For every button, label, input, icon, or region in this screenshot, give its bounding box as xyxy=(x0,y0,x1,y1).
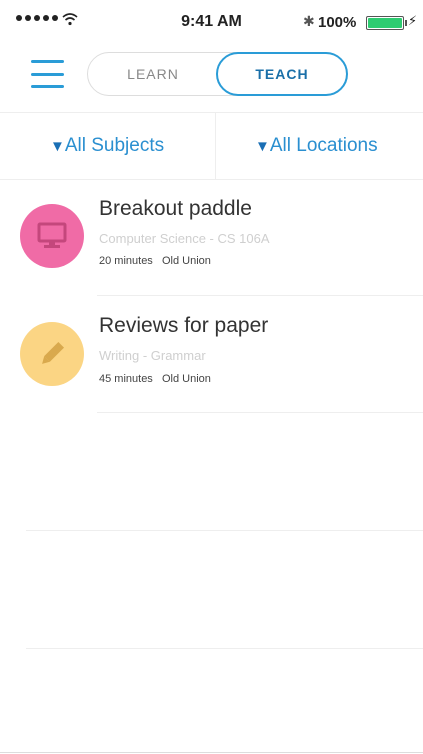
locations-filter-label: All Locations xyxy=(269,135,378,156)
session-subject: Writing - Grammar xyxy=(99,348,206,363)
session-title: Breakout paddle xyxy=(99,197,252,220)
pencil-icon xyxy=(42,341,65,364)
charging-icon: ⚡ xyxy=(408,13,418,28)
session-location: Old Union xyxy=(161,373,211,385)
row-divider xyxy=(26,530,423,531)
row-divider xyxy=(97,412,423,413)
avatar xyxy=(20,322,84,386)
subjects-filter-label: All Subjects xyxy=(64,135,165,156)
session-duration: 20 minutes xyxy=(99,255,153,267)
filter-bar: ▼All Subjects ▼All Locations xyxy=(0,112,423,180)
battery-icon xyxy=(366,16,407,30)
locations-filter[interactable]: ▼All Locations xyxy=(255,113,378,179)
battery-percent: 100% xyxy=(318,14,357,31)
session-title: Reviews for paper xyxy=(99,314,269,337)
row-divider xyxy=(26,648,423,649)
session-location: Old Union xyxy=(161,255,211,267)
subjects-filter[interactable]: ▼All Subjects xyxy=(50,113,164,179)
list-item[interactable]: Reviews for paper Writing - Grammar 45 m… xyxy=(0,296,423,414)
hamburger-menu-icon[interactable] xyxy=(31,60,64,88)
triangle-down-icon: ▼ xyxy=(50,138,65,155)
status-time: 9:41 AM xyxy=(181,13,242,30)
session-meta: 45 minutes Old Union xyxy=(99,373,211,385)
app-header: LEARN TEACH xyxy=(0,46,423,110)
learn-tab[interactable]: LEARN xyxy=(88,52,218,96)
session-duration: 45 minutes xyxy=(99,373,153,385)
teach-tab[interactable]: TEACH xyxy=(216,52,348,96)
list-item[interactable]: Breakout paddle Computer Science - CS 10… xyxy=(0,178,423,296)
bottom-divider xyxy=(0,752,423,753)
monitor-icon xyxy=(37,222,67,248)
avatar xyxy=(20,204,84,268)
triangle-down-icon: ▼ xyxy=(255,138,270,155)
learn-teach-toggle: LEARN TEACH xyxy=(87,52,348,96)
bluetooth-icon: ✱ xyxy=(303,13,315,29)
filter-divider xyxy=(215,113,216,179)
status-bar: 9:41 AM ✱ 100% ⚡ xyxy=(0,0,423,44)
session-subject: Computer Science - CS 106A xyxy=(99,231,270,246)
session-meta: 20 minutes Old Union xyxy=(99,255,211,267)
